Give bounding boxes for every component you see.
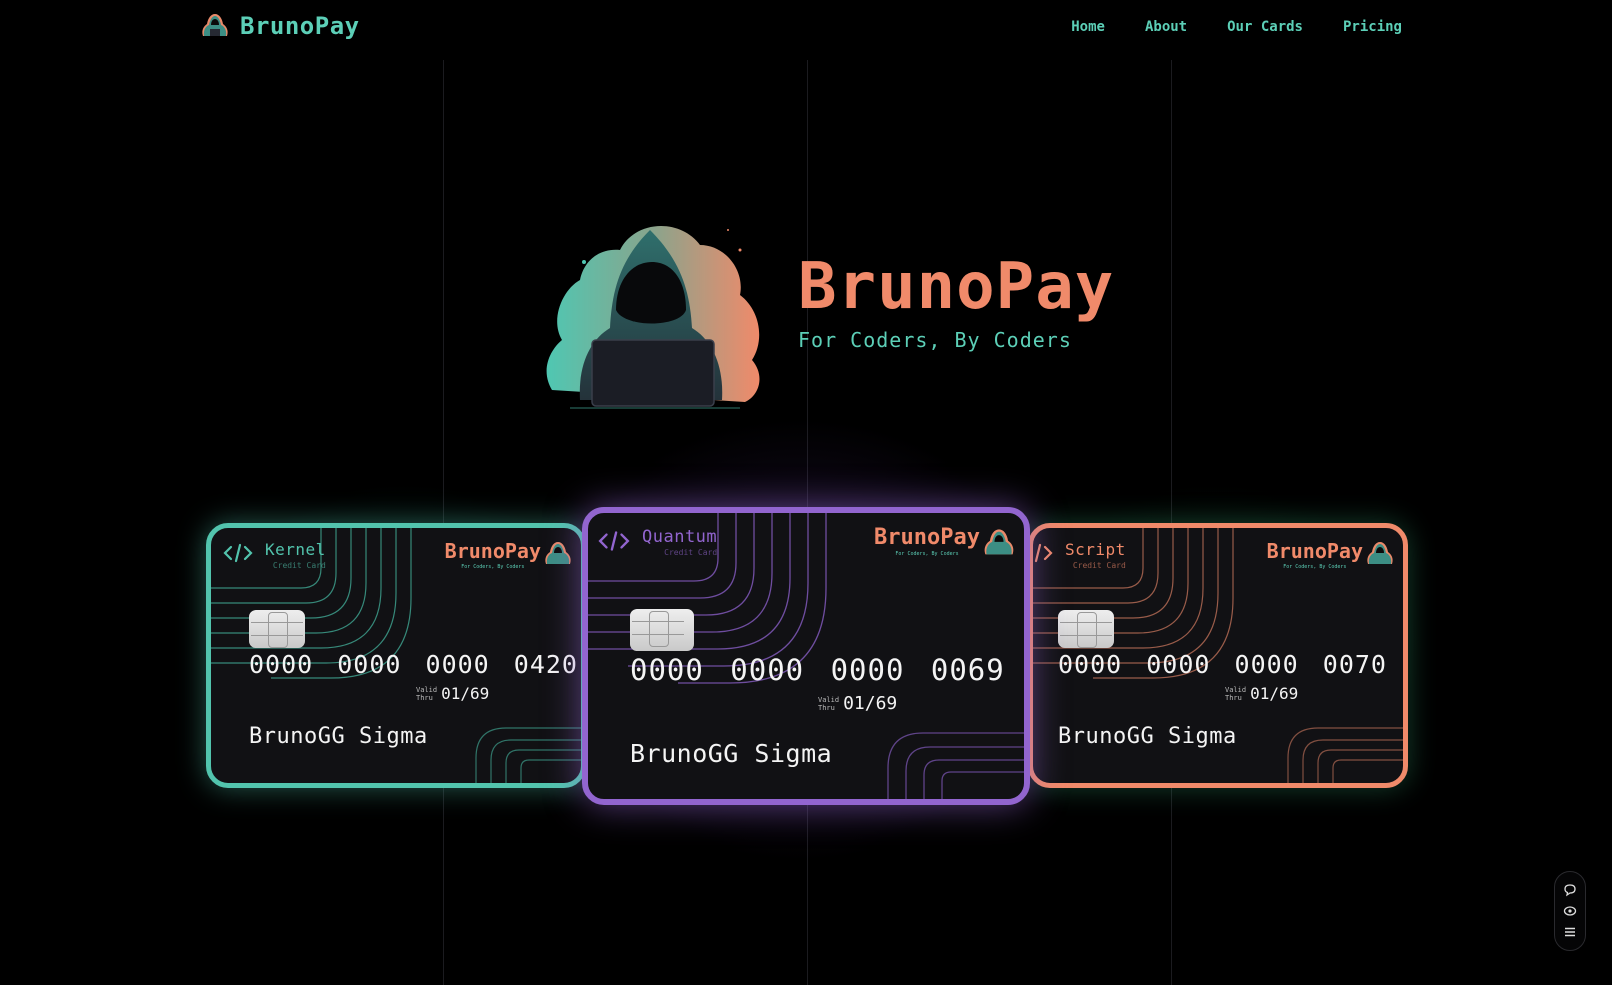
thru-label: Thru xyxy=(818,703,835,712)
nav-links: Home About Our Cards Pricing xyxy=(1071,19,1402,35)
card-valid-thru: Valid Thru 01/69 xyxy=(818,693,897,714)
hacker-logo-icon xyxy=(1367,542,1393,564)
card-brand-name: BrunoPay xyxy=(874,525,980,550)
code-icon xyxy=(1034,543,1053,563)
card-number: 0000 0000 0000 0069 xyxy=(630,653,1005,687)
card-holder: BrunoGG Sigma xyxy=(1058,724,1237,749)
hero-subtitle: For Coders, By Coders xyxy=(798,328,1072,352)
card-expiry: 01/69 xyxy=(1250,684,1299,703)
card-brand-tagline: For Coders, By Coders xyxy=(461,564,525,570)
nav-link-pricing[interactable]: Pricing xyxy=(1343,19,1402,35)
card-brand: BrunoPay For Coders, By Coders xyxy=(874,527,1016,559)
card-number: 0000 0000 0000 0420 xyxy=(249,650,578,679)
card-valid-thru: Valid Thru 01/69 xyxy=(416,684,489,703)
nav-link-our-cards[interactable]: Our Cards xyxy=(1227,19,1303,35)
card-chip xyxy=(630,609,694,651)
credit-card-kernel[interactable]: Kernel Credit Card BrunoPay For Coders, … xyxy=(206,523,586,788)
top-navigation: BrunoPay Home About Our Cards Pricing xyxy=(0,0,1612,56)
valid-label: Valid xyxy=(1225,685,1247,694)
card-chip xyxy=(1058,610,1114,648)
card-type-name: Script xyxy=(1065,540,1126,559)
card-brand-name: BrunoPay xyxy=(444,539,541,563)
card-type: Script Credit Card xyxy=(1033,540,1126,570)
nav-link-home[interactable]: Home xyxy=(1071,19,1105,35)
brand-logo[interactable]: BrunoPay xyxy=(200,12,360,40)
code-icon xyxy=(598,531,630,551)
card-number: 0000 0000 0000 0070 xyxy=(1058,650,1387,679)
menu-icon[interactable] xyxy=(1562,924,1578,940)
brand-name: BrunoPay xyxy=(240,12,360,40)
hacker-logo-icon xyxy=(202,14,228,36)
credit-card-quantum[interactable]: Quantum Credit Card BrunoPay For Coders,… xyxy=(582,507,1030,805)
thru-label: Thru xyxy=(1225,693,1242,702)
card-type-name: Kernel xyxy=(265,540,326,559)
eye-icon[interactable] xyxy=(1562,903,1578,919)
thru-label: Thru xyxy=(416,693,433,702)
hacker-logo-icon xyxy=(545,542,571,564)
card-type-sub: Credit Card xyxy=(664,548,718,557)
card-holder: BrunoGG Sigma xyxy=(630,739,833,768)
side-dock xyxy=(1554,871,1586,951)
card-type-sub: Credit Card xyxy=(272,561,326,570)
hero-title: BrunoPay xyxy=(798,250,1115,324)
card-valid-thru: Valid Thru 01/69 xyxy=(1225,684,1298,703)
card-brand: BrunoPay For Coders, By Coders xyxy=(1267,540,1395,570)
card-expiry: 01/69 xyxy=(843,693,898,714)
card-type: Kernel Credit Card xyxy=(223,542,326,570)
code-icon xyxy=(223,543,253,563)
nav-link-about[interactable]: About xyxy=(1145,19,1187,35)
card-type-name: Quantum xyxy=(642,527,718,547)
hacker-mascot-icon xyxy=(546,226,760,409)
card-type: Quantum Credit Card xyxy=(598,529,717,557)
card-brand-tagline: For Coders, By Coders xyxy=(1283,564,1347,570)
card-expiry: 01/69 xyxy=(441,684,490,703)
credit-card-script[interactable]: Script Credit Card BrunoPay For Coders, … xyxy=(1028,523,1408,788)
valid-label: Valid xyxy=(818,695,840,704)
card-chip xyxy=(249,610,305,648)
card-holder: BrunoGG Sigma xyxy=(249,724,428,749)
hacker-logo-icon xyxy=(984,529,1014,555)
card-brand: BrunoPay For Coders, By Coders xyxy=(445,540,573,570)
chat-icon[interactable] xyxy=(1562,882,1578,898)
card-brand-name: BrunoPay xyxy=(1266,539,1363,563)
card-type-sub: Credit Card xyxy=(1072,561,1126,570)
card-brand-tagline: For Coders, By Coders xyxy=(895,551,959,557)
valid-label: Valid xyxy=(416,685,438,694)
